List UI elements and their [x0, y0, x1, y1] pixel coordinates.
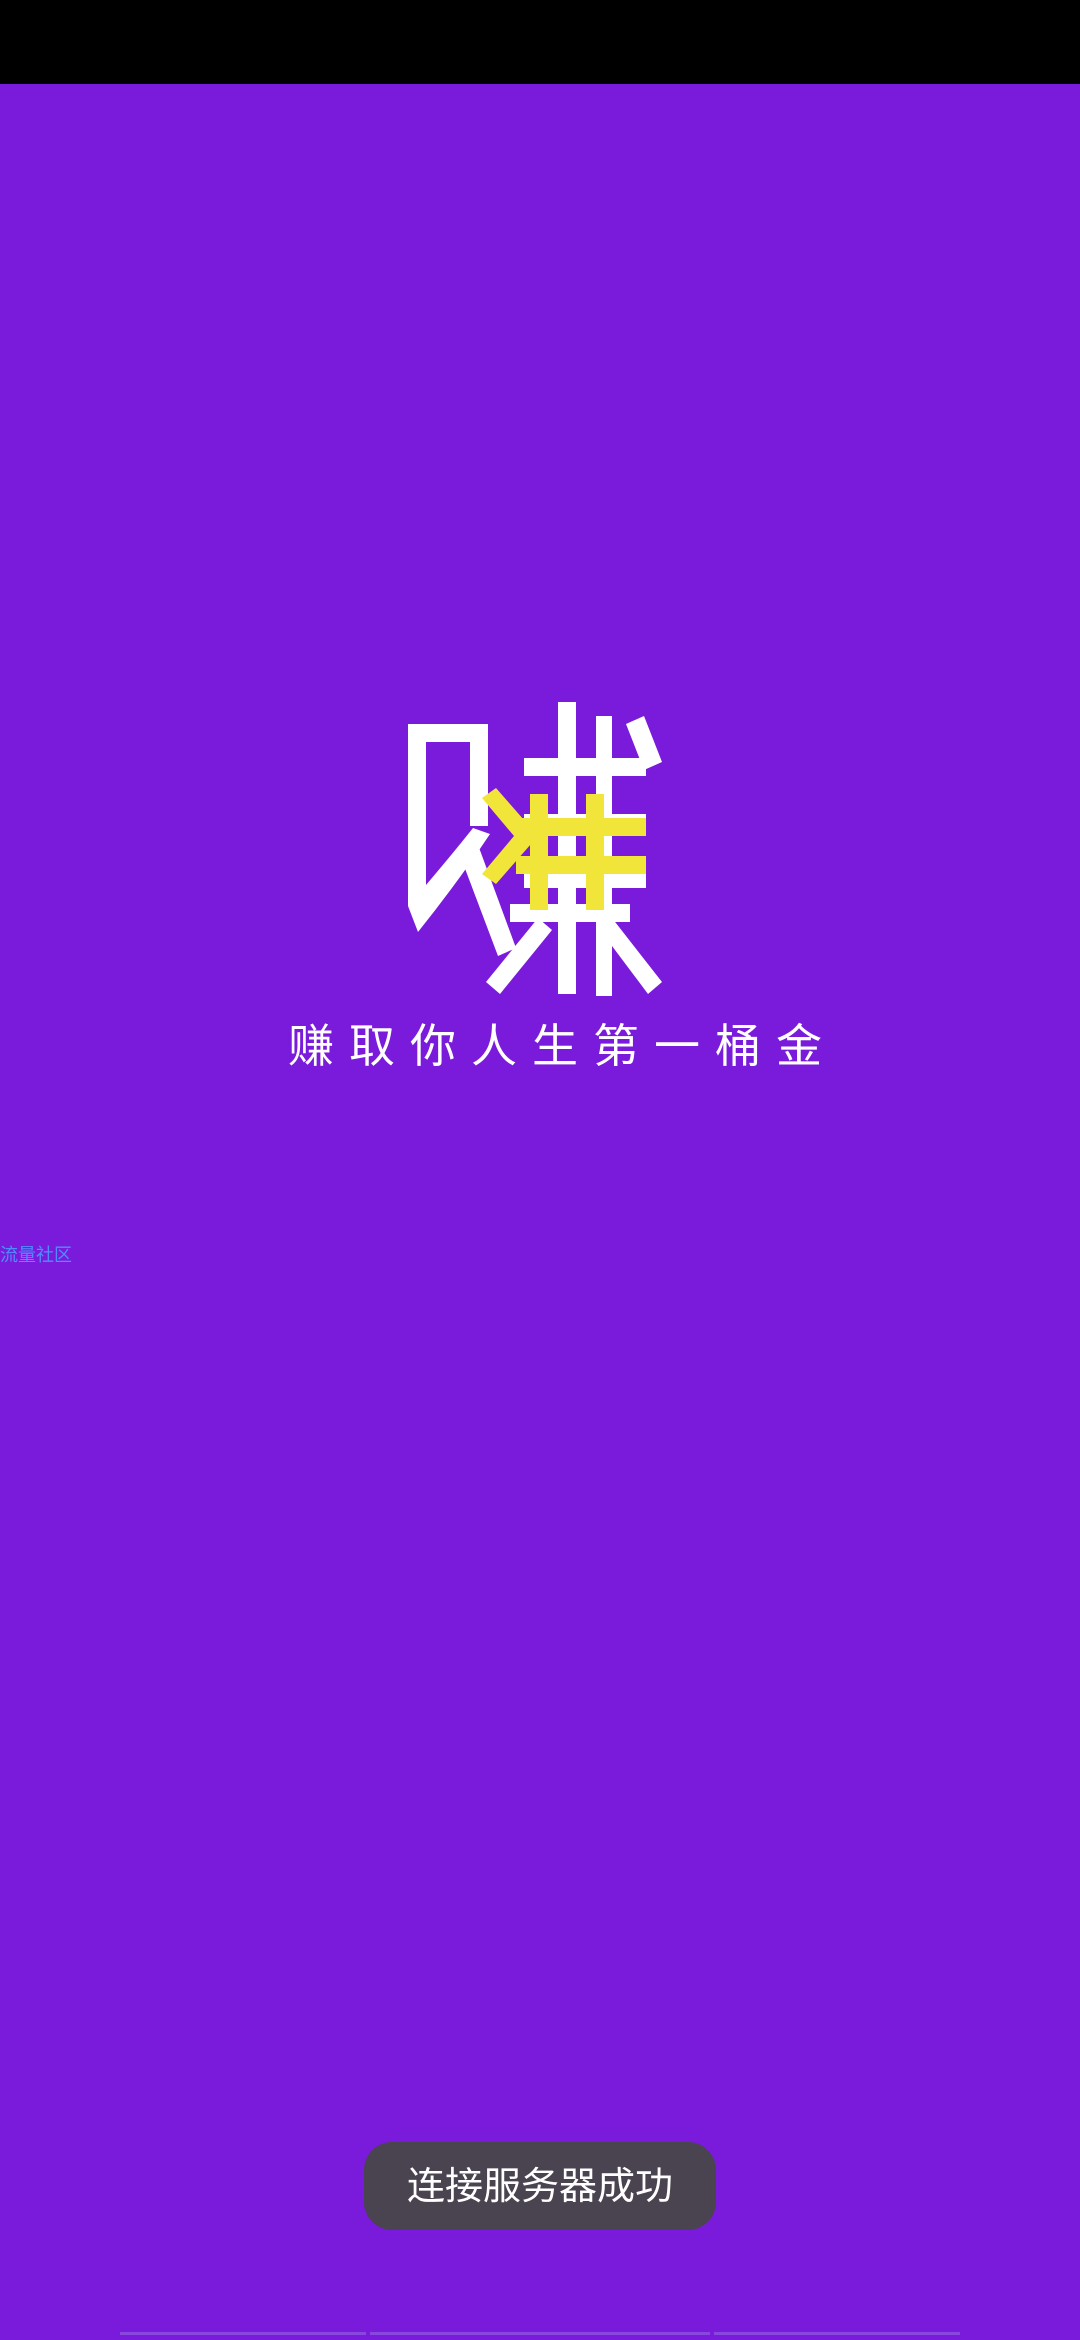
connection-toast: 连接服务器成功 — [364, 2142, 716, 2230]
bottom-indicator-strip — [0, 2332, 1080, 2340]
bottom-indicator-segment — [120, 2332, 366, 2335]
bottom-indicator-segment — [370, 2332, 710, 2335]
bottom-indicator-segment — [714, 2332, 960, 2335]
community-link[interactable]: 流量社区 — [0, 1241, 72, 1267]
splash-screen: 赚取你人生第一桶金 流量社区 连接服务器成功 — [0, 84, 1080, 2340]
status-bar — [0, 0, 1080, 84]
earn-logo-icon — [398, 696, 673, 996]
slogan-text: 赚取你人生第一桶金 — [288, 1019, 837, 1073]
